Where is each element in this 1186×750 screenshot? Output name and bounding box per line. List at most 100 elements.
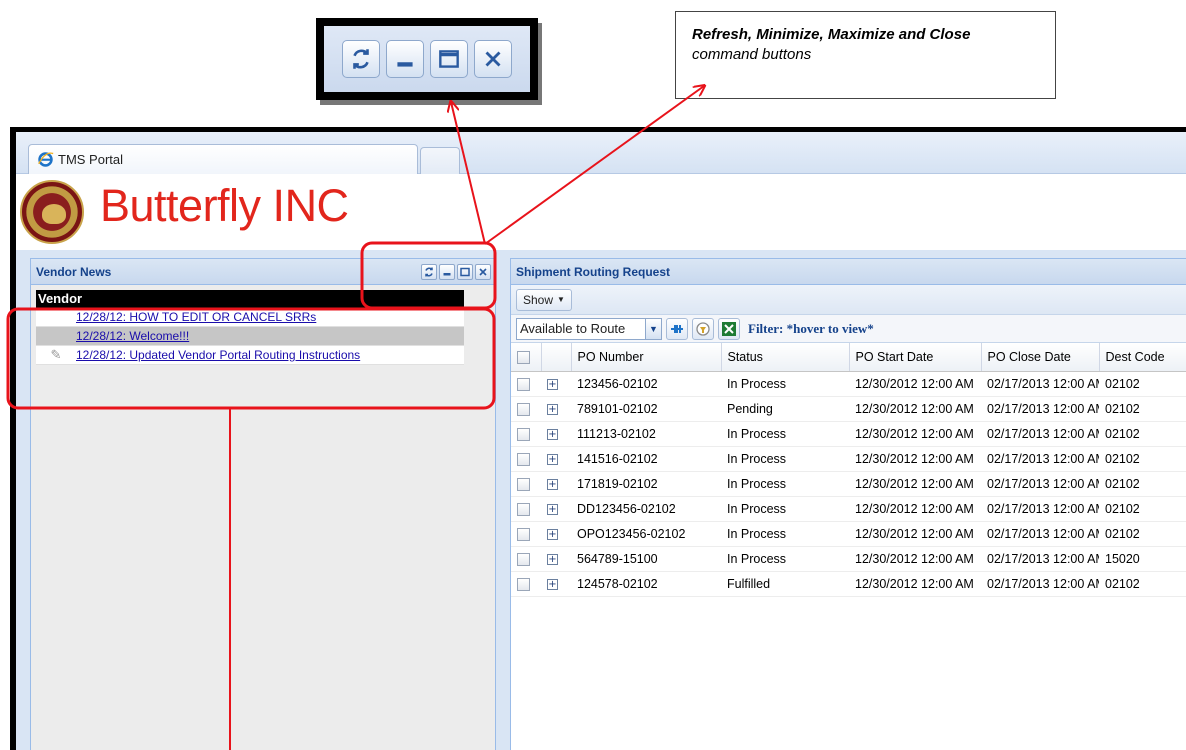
- cell-po-close-date: 02/17/2013 12:00 AM: [981, 546, 1099, 572]
- expand-row-icon[interactable]: +: [541, 471, 571, 497]
- vendor-news-link[interactable]: 12/28/12: Updated Vendor Portal Routing …: [76, 348, 360, 362]
- row-checkbox[interactable]: [511, 521, 541, 547]
- workspace: Vendor News Vendor 12/28/12: HOW TO EDIT…: [16, 250, 1186, 750]
- cell-status: In Process: [721, 371, 849, 397]
- cell-po-start-date: 12/30/2012 12:00 AM: [849, 496, 981, 522]
- cell-dest-code: 02102: [1099, 471, 1186, 497]
- cell-po-start-date: 12/30/2012 12:00 AM: [849, 571, 981, 597]
- cell-dest-code: 15020: [1099, 546, 1186, 572]
- table-row[interactable]: +124578-02102 Fulfilled 12/30/2012 12:00 A…: [511, 571, 1186, 597]
- pencil-icon: ✎: [50, 347, 62, 362]
- seal-logo: [20, 180, 84, 244]
- table-row[interactable]: +789101-02102 Pending 12/30/2012 12:00 AM 0…: [511, 396, 1186, 422]
- close-icon[interactable]: [475, 263, 491, 280]
- table-row[interactable]: +564789-15100 In Process 12/30/2012 12:00 …: [511, 546, 1186, 572]
- cell-po-close-date: 02/17/2013 12:00 AM: [981, 521, 1099, 547]
- vendor-news-item[interactable]: ✎ 12/28/12: Updated Vendor Portal Routing…: [36, 346, 464, 365]
- expand-row-icon[interactable]: +: [541, 521, 571, 547]
- browser-tab[interactable]: TMS Portal: [28, 144, 418, 174]
- row-checkbox[interactable]: [511, 471, 541, 497]
- chevron-down-icon[interactable]: ▼: [645, 318, 661, 339]
- panel-window-buttons: [421, 263, 491, 280]
- status-filter-value: Available to Route: [520, 321, 626, 336]
- cell-po-number: DD123456-02102: [571, 496, 721, 522]
- cell-po-start-date: 12/30/2012 12:00 AM: [849, 471, 981, 497]
- table-row[interactable]: +171819-02102 In Process 12/30/2012 12:00 …: [511, 471, 1186, 497]
- cell-status: In Process: [721, 421, 849, 447]
- cell-po-number: 123456-02102: [571, 371, 721, 397]
- table-row[interactable]: + DD123456-02102 In Process 12/30/2012 12:0…: [511, 496, 1186, 522]
- cell-dest-code: 02102: [1099, 446, 1186, 472]
- refresh-icon[interactable]: [421, 263, 437, 280]
- cell-status: Fulfilled: [721, 571, 849, 597]
- cell-po-number: 564789-15100: [571, 546, 721, 572]
- column-header-po-number[interactable]: PO Number: [571, 343, 722, 372]
- minimize-icon[interactable]: [386, 40, 424, 78]
- row-checkbox[interactable]: [511, 546, 541, 572]
- cell-po-start-date: 12/30/2012 12:00 AM: [849, 421, 981, 447]
- pin-filter-icon[interactable]: [666, 317, 688, 340]
- excel-export-icon[interactable]: [718, 317, 740, 340]
- column-header-dest-code[interactable]: Dest Code: [1099, 343, 1186, 372]
- cell-po-number: 141516-02102: [571, 446, 721, 472]
- shipment-grid: PO Number Status PO Start Date PO Close …: [511, 343, 1186, 597]
- row-checkbox[interactable]: [511, 421, 541, 447]
- expand-row-icon[interactable]: +: [541, 546, 571, 572]
- close-icon[interactable]: [474, 40, 512, 78]
- table-row[interactable]: +123456-02102 In Process 12/30/2012 12:00 …: [511, 371, 1186, 397]
- vendor-news-link[interactable]: 12/28/12: Welcome!!!: [76, 329, 189, 343]
- cell-status: In Process: [721, 521, 849, 547]
- cell-po-number: 111213-02102: [571, 421, 721, 447]
- cell-po-close-date: 02/17/2013 12:00 AM: [981, 421, 1099, 447]
- maximize-icon[interactable]: [430, 40, 468, 78]
- row-checkbox[interactable]: [511, 446, 541, 472]
- grid-body: +123456-02102 In Process 12/30/2012 12:00 …: [511, 371, 1186, 597]
- vendor-news-item[interactable]: 12/28/12: HOW TO EDIT OR CANCEL SRRs: [36, 308, 464, 327]
- cell-dest-code: 02102: [1099, 521, 1186, 547]
- minimize-icon[interactable]: [439, 263, 455, 280]
- cell-po-close-date: 02/17/2013 12:00 AM: [981, 496, 1099, 522]
- vendor-news-item[interactable]: 12/28/12: Welcome!!!: [36, 327, 464, 346]
- column-header-status[interactable]: Status: [721, 343, 850, 372]
- select-all-checkbox[interactable]: [511, 343, 542, 372]
- vendor-news-link[interactable]: 12/28/12: HOW TO EDIT OR CANCEL SRRs: [76, 310, 316, 324]
- expand-row-icon[interactable]: +: [541, 446, 571, 472]
- filter-view-icon[interactable]: [692, 317, 714, 340]
- row-checkbox[interactable]: [511, 371, 541, 397]
- expand-row-icon[interactable]: +: [541, 421, 571, 447]
- row-checkbox[interactable]: [511, 496, 541, 522]
- vendor-news-title: Vendor News: [36, 264, 112, 279]
- row-checkbox[interactable]: [511, 396, 541, 422]
- show-button-label: Show: [523, 292, 554, 307]
- column-header-po-close-date[interactable]: PO Close Date: [981, 343, 1100, 372]
- vendor-news-header: Vendor News: [31, 259, 495, 285]
- cell-po-start-date: 12/30/2012 12:00 AM: [849, 521, 981, 547]
- cell-dest-code: 02102: [1099, 571, 1186, 597]
- vendor-news-panel: Vendor News Vendor 12/28/12: HOW TO EDIT…: [30, 258, 496, 750]
- expand-row-icon[interactable]: +: [541, 396, 571, 422]
- cell-status: In Process: [721, 446, 849, 472]
- internet-explorer-icon: [38, 152, 54, 167]
- row-checkbox[interactable]: [511, 571, 541, 597]
- table-row[interactable]: + OPO123456-02102 In Process 12/30/2012 12:…: [511, 521, 1186, 547]
- maximize-icon[interactable]: [457, 263, 473, 280]
- screenshot-frame: TMS Portal Butterfly INC Vendor News Ven…: [10, 127, 1186, 750]
- new-tab[interactable]: [420, 147, 460, 174]
- cell-status: Pending: [721, 396, 849, 422]
- callout-box: Refresh, Minimize, Maximize and Close co…: [675, 11, 1056, 99]
- expand-row-icon[interactable]: +: [541, 571, 571, 597]
- vendor-column-header[interactable]: Vendor: [36, 290, 464, 308]
- table-row[interactable]: +111213-02102 In Process 12/30/2012 12:00 …: [511, 421, 1186, 447]
- cell-po-close-date: 02/17/2013 12:00 AM: [981, 471, 1099, 497]
- cell-po-number: 171819-02102: [571, 471, 721, 497]
- shipment-routing-panel: Shipment Routing Request Show ▼ Availabl…: [510, 258, 1186, 750]
- cell-po-close-date: 02/17/2013 12:00 AM: [981, 446, 1099, 472]
- status-filter-select[interactable]: Available to Route ▼: [516, 317, 662, 340]
- expand-row-icon[interactable]: +: [541, 371, 571, 397]
- refresh-icon[interactable]: [342, 40, 380, 78]
- cell-status: In Process: [721, 546, 849, 572]
- expand-row-icon[interactable]: +: [541, 496, 571, 522]
- column-header-po-start-date[interactable]: PO Start Date: [849, 343, 982, 372]
- table-row[interactable]: +141516-02102 In Process 12/30/2012 12:00 …: [511, 446, 1186, 472]
- show-menu-button[interactable]: Show ▼: [516, 288, 572, 311]
